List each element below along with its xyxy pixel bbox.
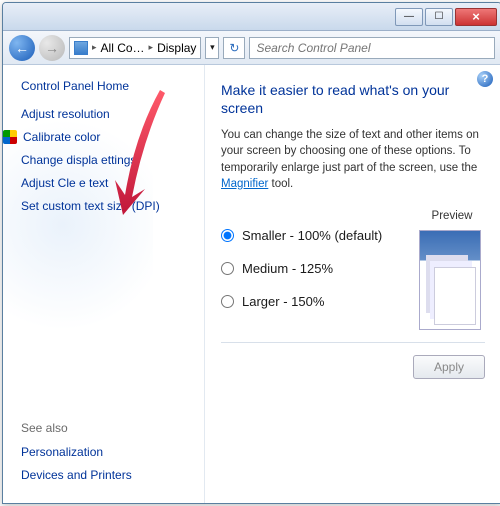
window-buttons: — ☐ × — [395, 8, 497, 26]
radio-larger[interactable] — [221, 295, 234, 308]
navbar: ← → ▸ All Co… ▸ Display ▾ ↻ — [3, 31, 500, 65]
control-panel-icon — [74, 41, 88, 55]
content-pane: ? Make it easier to read what's on your … — [205, 65, 500, 503]
search-box[interactable] — [249, 37, 495, 59]
chevron-right-icon: ▸ — [149, 42, 154, 53]
sidebar-adjust-resolution[interactable]: Adjust resolution — [21, 107, 194, 121]
body: Control Panel Home Adjust resolution Cal… — [3, 65, 500, 503]
preview-label: Preview — [419, 210, 485, 222]
divider — [221, 342, 485, 343]
search-input[interactable] — [256, 41, 488, 55]
breadcrumb-dropdown-icon[interactable]: ▾ — [205, 37, 219, 59]
help-icon[interactable]: ? — [477, 71, 493, 87]
desc-text: You can change the size of text and othe… — [221, 129, 479, 173]
dpi-option-medium[interactable]: Medium - 125% — [221, 261, 405, 276]
radio-medium[interactable] — [221, 262, 234, 275]
control-panel-home-link[interactable]: Control Panel Home — [21, 79, 194, 93]
breadcrumb-segment[interactable]: All Co… — [101, 41, 145, 55]
sidebar: Control Panel Home Adjust resolution Cal… — [3, 65, 205, 503]
close-button[interactable]: × — [455, 8, 497, 26]
sidebar-calibrate-color[interactable]: Calibrate color — [21, 130, 194, 144]
radio-label: Larger - 150% — [242, 294, 324, 309]
see-also: See also Personalization Devices and Pri… — [21, 421, 132, 491]
chevron-right-icon: ▸ — [92, 42, 97, 53]
dpi-option-smaller[interactable]: Smaller - 100% (default) — [221, 228, 405, 243]
control-panel-window: — ☐ × ← → ▸ All Co… ▸ Display ▾ ↻ Contro… — [2, 2, 500, 504]
apply-button[interactable]: Apply — [413, 355, 485, 379]
sidebar-change-display-settings[interactable]: Change displa ettings — [21, 153, 194, 167]
forward-button[interactable]: → — [39, 35, 65, 61]
sidebar-devices-printers[interactable]: Devices and Printers — [21, 468, 132, 482]
maximize-button[interactable]: ☐ — [425, 8, 453, 26]
sidebar-adjust-cleartype[interactable]: Adjust Cle e text — [21, 176, 194, 190]
minimize-button[interactable]: — — [395, 8, 423, 26]
refresh-button[interactable]: ↻ — [223, 37, 245, 59]
magnifier-link[interactable]: Magnifier — [221, 178, 268, 190]
radio-label: Medium - 125% — [242, 261, 333, 276]
radio-smaller[interactable] — [221, 229, 234, 242]
see-also-heading: See also — [21, 421, 132, 435]
sidebar-item-label: Calibrate color — [23, 130, 100, 144]
preview-pane: Preview — [419, 210, 485, 330]
back-button[interactable]: ← — [9, 35, 35, 61]
apply-row: Apply — [221, 355, 485, 379]
sidebar-personalization[interactable]: Personalization — [21, 445, 132, 459]
breadcrumb[interactable]: ▸ All Co… ▸ Display — [69, 37, 201, 59]
sidebar-set-custom-dpi[interactable]: Set custom text size (DPI) — [21, 199, 194, 213]
radio-label: Smaller - 100% (default) — [242, 228, 382, 243]
page-title: Make it easier to read what's on your sc… — [221, 81, 485, 117]
preview-thumbnail — [419, 230, 481, 330]
titlebar: — ☐ × — [3, 3, 500, 31]
desc-text: tool. — [268, 178, 293, 190]
dpi-options: Smaller - 100% (default) Medium - 125% L… — [221, 210, 485, 330]
page-description: You can change the size of text and othe… — [221, 127, 485, 191]
dpi-option-larger[interactable]: Larger - 150% — [221, 294, 405, 309]
dpi-option-list: Smaller - 100% (default) Medium - 125% L… — [221, 210, 405, 330]
breadcrumb-segment[interactable]: Display — [157, 41, 196, 55]
shield-icon — [3, 130, 17, 144]
